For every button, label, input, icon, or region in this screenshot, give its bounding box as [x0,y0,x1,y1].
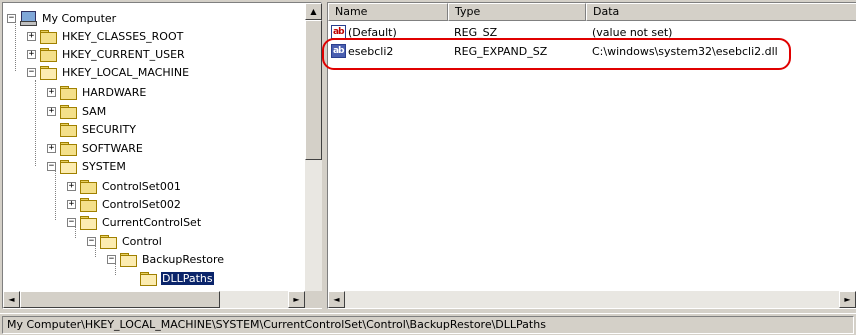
collapse-toggle-icon[interactable]: − [27,67,36,77]
tree-node-label: Control [122,234,162,248]
scroll-right-icon[interactable]: ► [839,291,856,308]
tree-node-label: SYSTEM [82,159,126,173]
column-header-data[interactable]: Data [586,3,856,21]
computer-icon [20,11,37,26]
tree-node-label: HKEY_CURRENT_USER [62,47,185,61]
folder-icon [40,47,57,62]
tree-node-label: CurrentControlSet [102,215,202,229]
tree-node-hkey-current-user[interactable]: + HKEY_CURRENT_USER [27,45,186,63]
tree-node-sam[interactable]: + SAM [47,102,107,120]
tree-node-label: ControlSet002 [102,197,181,211]
folder-icon [60,141,77,156]
tree-node-backuprestore[interactable]: − BackupRestore [107,250,225,268]
scroll-up-icon[interactable]: ▲ [305,3,322,20]
value-data: C:\windows\system32\esebcli2.dll [592,44,778,58]
tree-scroll-area: − My Computer + HKEY_CLASSES_ROOT + HKEY… [3,3,305,291]
tree-node-hardware[interactable]: + HARDWARE [47,83,147,101]
tree-node-label: SOFTWARE [82,141,143,155]
scroll-right-icon[interactable]: ► [288,291,305,308]
tree-node-currentcontrolset[interactable]: − CurrentControlSet [67,213,202,231]
value-type: REG_EXPAND_SZ [454,44,548,58]
open-folder-icon [80,215,97,230]
tree-line [55,170,56,220]
open-folder-icon [140,271,157,286]
value-name: (Default) [348,25,397,39]
scrollbar-thumb[interactable] [305,20,322,160]
folder-icon [60,104,77,119]
status-bar: My Computer\HKEY_LOCAL_MACHINE\SYSTEM\Cu… [0,313,856,335]
expand-toggle-icon[interactable]: + [47,106,56,116]
tree-node-label: My Computer [42,11,117,25]
collapse-toggle-icon[interactable]: − [47,161,56,171]
name-cell: ab esebcli2 [328,44,448,58]
tree-node-my-computer[interactable]: − My Computer [7,9,117,27]
column-header-type[interactable]: Type [448,3,586,21]
folder-icon [60,85,77,100]
tree-node-label: SECURITY [82,122,136,136]
tree-node-controlset002[interactable]: + ControlSet002 [67,195,182,213]
tree-node-hkey-classes-root[interactable]: + HKEY_CLASSES_ROOT [27,27,184,45]
tree-node-label: SAM [82,104,107,118]
tree-node-label: HKEY_CLASSES_ROOT [62,29,184,43]
string-value-icon: ab [331,25,346,39]
tree-node-system[interactable]: − SYSTEM [47,157,127,175]
open-folder-icon [120,252,137,267]
scrollbar-thumb[interactable] [20,291,220,308]
expand-toggle-icon[interactable]: + [27,49,36,59]
registry-values-pane[interactable]: Name Type Data ab (Default) REG_SZ (valu… [327,2,856,309]
tree-line [35,80,36,166]
collapse-toggle-icon[interactable]: − [7,13,16,23]
value-name: esebcli2 [348,44,394,58]
tree-node-label: ControlSet001 [102,179,181,193]
expand-toggle-icon[interactable]: + [47,87,56,97]
scrollbar-corner [305,291,322,308]
expandable-string-value-icon: ab [331,44,346,58]
tree-node-label-selected: DLLPaths [160,270,215,286]
scroll-left-icon[interactable]: ◄ [3,291,20,308]
open-folder-icon [40,65,57,80]
value-data: (value not set) [592,25,673,39]
list-row-default[interactable]: ab (Default) REG_SZ (value not set) [328,23,856,41]
folder-icon [40,29,57,44]
column-header-name[interactable]: Name [328,3,448,21]
tree-node-label: HARDWARE [82,85,147,99]
status-path-text: My Computer\HKEY_LOCAL_MACHINE\SYSTEM\Cu… [2,316,854,334]
tree-node-control[interactable]: − Control [87,232,163,250]
registry-tree-pane[interactable]: − My Computer + HKEY_CLASSES_ROOT + HKEY… [2,2,322,309]
expand-toggle-icon[interactable]: + [27,31,36,41]
tree-horizontal-scrollbar[interactable]: ◄ ► [3,291,305,308]
list-row-esebcli2[interactable]: ab esebcli2 REG_EXPAND_SZ C:\windows\sys… [328,42,856,60]
value-type: REG_SZ [454,25,498,39]
open-folder-icon [60,159,77,174]
tree-line [15,21,16,71]
folder-icon [60,122,77,137]
tree-node-label: HKEY_LOCAL_MACHINE [62,65,190,79]
registry-editor-window: − My Computer + HKEY_CLASSES_ROOT + HKEY… [0,0,856,335]
tree-node-label: BackupRestore [142,252,225,266]
values-horizontal-scrollbar[interactable]: ◄ ► [328,291,856,308]
folder-icon [80,179,97,194]
scroll-left-icon[interactable]: ◄ [328,291,345,308]
collapse-toggle-icon[interactable]: − [107,254,116,264]
open-folder-icon [100,234,117,249]
tree-node-dllpaths[interactable]: DLLPaths [127,269,215,287]
tree-node-controlset001[interactable]: + ControlSet001 [67,177,182,195]
tree-node-software[interactable]: + SOFTWARE [47,139,144,157]
expand-toggle-icon[interactable]: + [47,143,56,153]
column-header-row: Name Type Data [328,3,856,21]
tree-node-security[interactable]: SECURITY [47,120,137,138]
tree-node-hkey-local-machine[interactable]: − HKEY_LOCAL_MACHINE [27,63,190,81]
name-cell: ab (Default) [328,25,448,39]
tree-vertical-scrollbar[interactable]: ▲ [305,3,322,291]
expand-toggle-icon[interactable]: + [67,199,76,209]
folder-icon [80,197,97,212]
expand-toggle-icon[interactable]: + [67,181,76,191]
collapse-toggle-icon[interactable]: − [87,236,96,246]
collapse-toggle-icon[interactable]: − [67,217,76,227]
